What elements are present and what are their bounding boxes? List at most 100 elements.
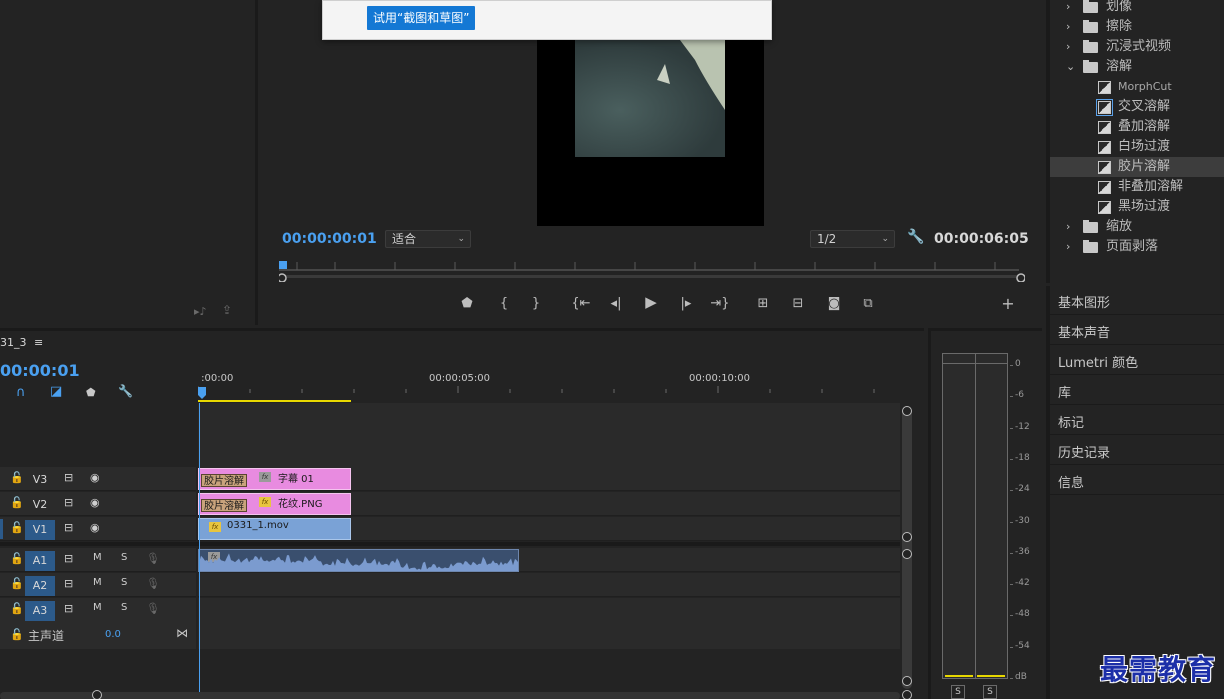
lock-icon[interactable]: 🔓: [10, 471, 24, 484]
track-name[interactable]: A2: [25, 576, 55, 596]
program-time-ruler[interactable]: [279, 258, 1025, 282]
linked-selection-icon[interactable]: ◪: [50, 384, 62, 399]
audio-clip[interactable]: fx: [198, 549, 519, 572]
eye-icon[interactable]: ◉: [90, 471, 100, 484]
lock-icon[interactable]: 🔓: [10, 602, 24, 615]
effects-folder[interactable]: › 沉浸式视频: [1050, 37, 1224, 57]
step-back-icon[interactable]: ◂|: [606, 293, 626, 313]
video-audio-divider[interactable]: [0, 542, 900, 546]
sync-lock-icon[interactable]: ⊟: [64, 577, 73, 590]
scroll-handle-mid2[interactable]: [902, 549, 912, 559]
source-patch-indicator[interactable]: [0, 519, 3, 539]
try-snip-button[interactable]: 试用“截图和草图”: [367, 6, 476, 30]
microphone-icon[interactable]: 🎙: [146, 577, 160, 590]
hamburger-menu-icon[interactable]: ≡: [34, 336, 43, 349]
go-to-out-icon[interactable]: ⇥}: [710, 293, 730, 313]
export-frame-camera-icon[interactable]: ◙: [824, 293, 844, 313]
effects-item[interactable]: 叠加溶解: [1050, 117, 1224, 137]
timeline-clip[interactable]: 胶片溶解 fx 字幕 01: [198, 468, 351, 490]
master-volume-value[interactable]: 0.0: [105, 629, 121, 640]
lock-icon[interactable]: 🔓: [10, 521, 24, 534]
go-to-in-icon[interactable]: {⇤: [571, 293, 591, 313]
effects-item[interactable]: 胶片溶解: [1050, 157, 1224, 177]
eye-icon[interactable]: ◉: [90, 496, 100, 509]
timeline-clip[interactable]: 胶片溶解 fx 花纹.PNG: [198, 493, 351, 515]
video-track-area[interactable]: 胶片溶解 fx 花纹.PNG: [198, 492, 900, 516]
lock-icon[interactable]: 🔓: [10, 552, 24, 565]
sync-lock-icon[interactable]: ⊟: [64, 552, 73, 565]
effects-folder[interactable]: › 缩放: [1050, 217, 1224, 237]
overwrite-icon[interactable]: ⇪: [222, 303, 232, 317]
go-to-end-icon[interactable]: ⋈: [176, 626, 188, 640]
effects-item[interactable]: 交叉溶解: [1050, 97, 1224, 117]
mute-button[interactable]: M: [93, 602, 102, 613]
settings-wrench-icon[interactable]: 🔧: [907, 229, 924, 245]
add-button-icon[interactable]: +: [998, 293, 1018, 313]
h-scroll-handle-left[interactable]: [92, 690, 102, 699]
h-scroll-handle-right[interactable]: [902, 690, 912, 699]
lift-icon[interactable]: ⊞: [753, 293, 773, 313]
mute-button[interactable]: M: [93, 577, 102, 588]
chevron-right-icon[interactable]: ›: [1066, 0, 1070, 17]
panel-item[interactable]: 标记: [1058, 412, 1084, 431]
track-name[interactable]: A1: [25, 551, 55, 571]
transition-badge[interactable]: 胶片溶解: [201, 499, 247, 512]
lock-icon[interactable]: 🔓: [10, 496, 24, 509]
panel-item[interactable]: 基本图形: [1058, 292, 1110, 311]
effects-folder[interactable]: › 划像: [1050, 0, 1224, 17]
solo-button[interactable]: S: [121, 577, 127, 588]
mark-in-icon[interactable]: {: [494, 293, 514, 313]
audio-track-area[interactable]: fx: [198, 548, 900, 572]
panel-item[interactable]: 历史记录: [1058, 442, 1110, 461]
sequence-tab[interactable]: 31_3 ≡: [0, 336, 43, 349]
snap-magnet-icon[interactable]: ∩: [16, 385, 26, 400]
audio-track-area[interactable]: [198, 573, 900, 597]
chevron-right-icon[interactable]: ›: [1066, 17, 1070, 37]
sync-lock-icon[interactable]: ⊟: [64, 496, 73, 509]
video-track-area[interactable]: fx 0331_1.mov: [198, 517, 900, 541]
mark-out-icon[interactable]: }: [526, 293, 546, 313]
microphone-icon[interactable]: 🎙: [146, 552, 160, 565]
chevron-right-icon[interactable]: ›: [1066, 217, 1070, 237]
timeline-clip[interactable]: fx 0331_1.mov: [198, 518, 351, 540]
add-marker-icon[interactable]: ⬟: [86, 386, 96, 399]
solo-button[interactable]: S: [121, 602, 127, 613]
timeline-ruler[interactable]: :00:00 00:00:05:00 00:00:10:00: [198, 369, 900, 403]
panel-item[interactable]: Lumetri 颜色: [1058, 352, 1138, 371]
effects-item[interactable]: MorphCut: [1050, 77, 1224, 97]
audio-track-area[interactable]: [198, 598, 900, 622]
timeline-horizontal-scrollbar[interactable]: [0, 692, 900, 699]
panel-item[interactable]: 信息: [1058, 472, 1084, 491]
timeline-current-timecode[interactable]: 00:00:01: [0, 361, 80, 380]
eye-icon[interactable]: ◉: [90, 521, 100, 534]
fit-select[interactable]: 适合 ⌄: [385, 230, 471, 248]
scroll-handle-mid[interactable]: [902, 532, 912, 542]
track-name[interactable]: V3: [25, 470, 55, 490]
track-name[interactable]: V2: [25, 495, 55, 515]
lock-icon[interactable]: 🔓: [10, 628, 24, 641]
video-track-area[interactable]: 胶片溶解 fx 字幕 01: [198, 467, 900, 491]
effects-item[interactable]: 白场过渡: [1050, 137, 1224, 157]
insert-icon[interactable]: ▸♪: [194, 305, 207, 318]
playhead-line[interactable]: [199, 403, 200, 692]
effects-item[interactable]: 非叠加溶解: [1050, 177, 1224, 197]
mute-button[interactable]: M: [93, 552, 102, 563]
play-icon[interactable]: ▶: [641, 292, 661, 312]
timeline-settings-wrench-icon[interactable]: 🔧: [118, 384, 133, 398]
effects-folder[interactable]: › 擦除: [1050, 17, 1224, 37]
solo-left-button[interactable]: S: [951, 685, 965, 699]
lock-icon[interactable]: 🔓: [10, 577, 24, 590]
effects-folder[interactable]: ⌄ 溶解: [1050, 57, 1224, 77]
program-current-timecode[interactable]: 00:00:00:01: [282, 231, 377, 247]
extract-icon[interactable]: ⊟: [788, 293, 808, 313]
effects-folder[interactable]: › 页面剥落: [1050, 237, 1224, 257]
add-marker-icon[interactable]: ⬟: [457, 293, 477, 313]
panel-item[interactable]: 基本声音: [1058, 322, 1110, 341]
chevron-right-icon[interactable]: ›: [1066, 237, 1070, 257]
microphone-icon[interactable]: 🎙: [146, 602, 160, 615]
sync-lock-icon[interactable]: ⊟: [64, 521, 73, 534]
resolution-select[interactable]: 1/2 ⌄: [810, 230, 895, 248]
sync-lock-icon[interactable]: ⊟: [64, 602, 73, 615]
comparison-view-icon[interactable]: ⧉: [858, 293, 878, 313]
transition-badge[interactable]: 胶片溶解: [201, 474, 247, 487]
